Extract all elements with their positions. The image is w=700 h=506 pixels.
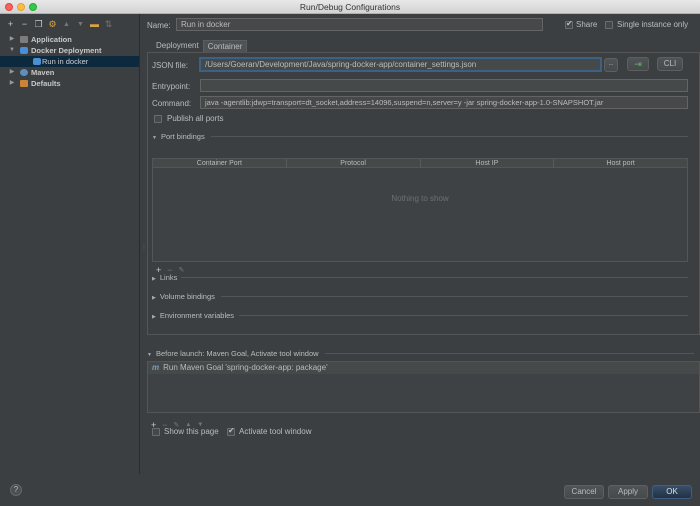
tree-item-application[interactable]: ▶ Application [0, 34, 139, 45]
application-icon [20, 36, 28, 43]
port-bindings-table[interactable]: Container Port Protocol Host IP Host por… [152, 158, 688, 262]
volume-bindings-section[interactable]: ▶ Volume bindings [152, 292, 215, 301]
column-header[interactable]: Container Port [153, 159, 287, 167]
before-launch-list[interactable]: m Run Maven Goal 'spring-docker-app: pack… [147, 361, 700, 413]
environment-variables-section[interactable]: ▶ Environment variables [152, 311, 234, 320]
environment-variables-label: Environment variables [159, 311, 235, 320]
tree-item-docker-deployment[interactable]: ▼ Docker Deployment [0, 45, 139, 56]
expand-arrow-icon[interactable]: ▶ [8, 67, 16, 78]
share-checkbox[interactable] [565, 19, 573, 29]
tab-deployment[interactable]: Deployment [152, 40, 203, 52]
before-launch-label: Before launch: Maven Goal, Activate tool… [155, 349, 319, 358]
tree-item-label: Maven [31, 68, 55, 77]
maven-goal-icon: m [152, 363, 160, 372]
port-bindings-section[interactable]: ▼ Port bindings [152, 132, 205, 141]
tab-container[interactable]: Container [202, 40, 248, 52]
json-file-input[interactable]: /Users/Goeran/Development/Java/spring-do… [200, 58, 601, 71]
expand-arrow-icon[interactable]: ▶ [8, 34, 16, 45]
tree-item-run-in-docker[interactable]: Run in docker [0, 56, 139, 67]
sort-icon[interactable]: ⇅ [104, 19, 113, 30]
name-input[interactable]: Run in docker [176, 18, 543, 31]
activate-tool-window-checkbox[interactable] [227, 426, 235, 436]
maven-icon [20, 69, 28, 76]
volume-bindings-label: Volume bindings [159, 292, 215, 301]
config-tabs: Deployment Container [152, 40, 248, 52]
cli-button[interactable]: CLI [657, 57, 683, 71]
tree-item-label: Defaults [31, 79, 61, 88]
entrypoint-input[interactable] [200, 79, 688, 92]
configurations-tree-panel: + − ❐ ⚙ ▲ ▼ ▬ ⇅ ▶ Application ▼ Docker D… [0, 14, 140, 474]
section-divider [239, 315, 688, 316]
tree-item-defaults[interactable]: ▶ Defaults [0, 78, 139, 89]
browse-button[interactable]: ... [604, 58, 618, 72]
tree-toolbar: + − ❐ ⚙ ▲ ▼ ▬ ⇅ [0, 14, 139, 34]
close-window-button[interactable] [5, 3, 13, 11]
section-divider [211, 136, 688, 137]
before-launch-section[interactable]: ▼ Before launch: Maven Goal, Activate too… [147, 349, 319, 358]
window-titlebar: Run/Debug Configurations [0, 0, 700, 14]
activate-tool-window-label: Activate tool window [239, 427, 312, 436]
collapse-arrow-icon: ▼ [147, 352, 152, 358]
edit-pencil-icon[interactable]: ✎ [179, 266, 185, 274]
collapse-arrow-icon: ▼ [152, 135, 157, 141]
section-divider [181, 277, 688, 278]
import-icon[interactable]: ⇥ [627, 57, 649, 71]
tree-item-maven[interactable]: ▶ Maven [0, 67, 139, 78]
table-header: Container Port Protocol Host IP Host por… [153, 159, 687, 168]
expand-arrow-icon: ▶ [152, 314, 156, 320]
expand-arrow-icon[interactable]: ▶ [8, 78, 16, 89]
ok-button[interactable]: OK [652, 485, 692, 499]
defaults-wrench-icon [20, 80, 28, 87]
tree-item-label: Application [31, 35, 72, 44]
port-bindings-label: Port bindings [160, 132, 205, 141]
links-section[interactable]: ▶ Links [152, 273, 177, 282]
zoom-window-button[interactable] [29, 3, 37, 11]
window-title: Run/Debug Configurations [299, 2, 401, 12]
configuration-editor: Name: Run in docker Share Single instanc… [141, 14, 700, 474]
move-down-icon[interactable]: ▼ [76, 21, 85, 28]
single-instance-label: Single instance only [617, 20, 689, 29]
help-icon[interactable]: ? [10, 484, 22, 496]
collapse-arrow-icon[interactable]: ▼ [8, 45, 16, 56]
move-up-icon[interactable]: ▲ [62, 21, 71, 28]
single-instance-checkbox[interactable] [605, 21, 613, 29]
command-label: Command: [152, 99, 192, 108]
links-label: Links [159, 273, 178, 282]
docker-config-icon [33, 58, 41, 65]
wrench-icon[interactable]: ⚙ [48, 19, 57, 30]
apply-button[interactable]: Apply [608, 485, 648, 499]
empty-table-text: Nothing to show [391, 194, 449, 203]
json-file-label: JSON file: [152, 61, 189, 70]
command-input[interactable]: java -agentlib:jdwp=transport=dt_socket,… [200, 96, 688, 109]
column-header[interactable]: Protocol [287, 159, 421, 167]
publish-all-ports-label: Publish all ports [167, 114, 224, 123]
expand-arrow-icon: ▶ [152, 295, 156, 301]
name-label: Name: [147, 21, 171, 30]
remove-icon[interactable]: − [20, 19, 29, 29]
list-item[interactable]: m Run Maven Goal 'spring-docker-app: pack… [148, 362, 699, 374]
show-this-page-checkbox[interactable] [152, 428, 160, 436]
tree-item-label: Docker Deployment [31, 46, 102, 55]
column-header[interactable]: Host port [554, 159, 687, 167]
section-divider [325, 353, 694, 354]
list-item-label: Run Maven Goal 'spring-docker-app: packa… [163, 363, 328, 372]
copy-icon[interactable]: ❐ [34, 19, 43, 30]
minimize-window-button[interactable] [17, 3, 25, 11]
cancel-button[interactable]: Cancel [564, 485, 604, 499]
show-this-page-label: Show this page [164, 427, 219, 436]
expand-arrow-icon: ▶ [152, 276, 156, 282]
add-icon[interactable]: + [6, 19, 15, 29]
docker-icon [20, 47, 28, 54]
column-header[interactable]: Host IP [421, 159, 555, 167]
entrypoint-label: Entrypoint: [152, 82, 191, 91]
folder-icon[interactable]: ▬ [90, 19, 99, 29]
port-bindings-toolbar: + − ✎ [152, 264, 688, 276]
tree-item-label: Run in docker [42, 57, 89, 66]
publish-all-ports-checkbox[interactable] [154, 115, 162, 123]
share-label: Share [576, 20, 598, 29]
section-divider [221, 296, 688, 297]
